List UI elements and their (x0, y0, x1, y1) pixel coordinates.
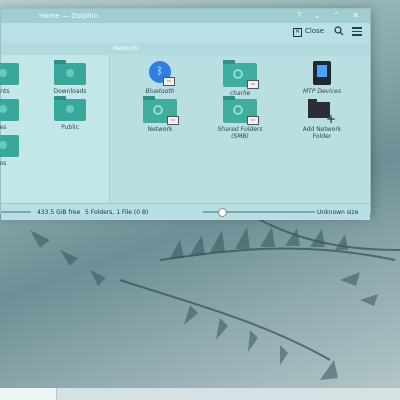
folder-item[interactable]: Downloads (49, 60, 91, 95)
network-item[interactable]: ▭ Shared Folders (SMB) (208, 96, 272, 140)
folder-download-icon (54, 60, 86, 85)
bluetooth-icon: ᛒ ▭ (145, 61, 175, 86)
taskbar-active-task[interactable] (0, 388, 57, 400)
item-label: ents (0, 88, 10, 95)
taskbar (0, 388, 400, 400)
hamburger-menu-icon[interactable] (352, 27, 362, 36)
close-button[interactable]: ✕ Close (293, 27, 324, 37)
item-label: es (0, 124, 7, 131)
size-text: Unknown size (317, 209, 359, 216)
space-bar (1, 211, 31, 213)
close-icon: ✕ (293, 28, 302, 37)
left-view-pane: ents Downloads es Public os (0, 55, 110, 203)
folder-item[interactable]: os (0, 135, 23, 167)
folder-item[interactable]: es (0, 99, 23, 131)
item-label: Public (61, 124, 79, 131)
item-label: Shared Folders (217, 126, 263, 133)
item-sublabel: Folder (312, 133, 332, 140)
network-item[interactable]: MTP Devices (292, 61, 352, 95)
mtp-device-icon (313, 61, 331, 85)
add-network-folder-icon: + (308, 99, 336, 125)
dolphin-window: Home — Dolphin ? ⌄ ⌃ ✕ ✕Close Network en… (0, 8, 371, 220)
right-view-pane: ᛒ ▭ Bluetooth ▭ charlie MTP Devices ▭ Net… (110, 55, 370, 203)
item-label: MTP Devices (302, 88, 341, 95)
network-folder-icon: ▭ (223, 96, 259, 125)
title-bar[interactable]: Home — Dolphin ? ⌄ ⌃ ✕ (1, 9, 370, 23)
network-item[interactable]: ▭ charlie (210, 60, 270, 97)
window-controls[interactable]: ? ⌄ ⌃ ✕ (297, 11, 364, 20)
item-label: Downloads (53, 88, 87, 95)
close-label: Close (305, 27, 325, 35)
network-item[interactable]: ᛒ ▭ Bluetooth (130, 61, 190, 95)
selection-info-text: 5 Folders, 1 File (0 B) (85, 209, 149, 216)
network-folder-icon: ▭ (143, 96, 179, 125)
item-label: Bluetooth (145, 88, 175, 95)
zoom-slider-handle[interactable] (218, 208, 227, 217)
item-label: os (0, 160, 7, 167)
toolbar: ✕ Close (1, 23, 370, 43)
network-item[interactable]: ▭ Network (130, 96, 190, 133)
item-label: Network (147, 126, 173, 133)
folder-documents-icon (0, 63, 19, 85)
search-icon[interactable] (334, 26, 344, 36)
folder-videos-icon (0, 135, 19, 157)
folder-item[interactable]: Public (49, 96, 91, 131)
free-space-text: 433.5 GiB free (37, 209, 81, 216)
folder-public-icon (54, 96, 86, 121)
item-sublabel: (SMB) (231, 133, 249, 140)
item-label: Add Network (302, 126, 342, 133)
network-folder-icon: ▭ (223, 60, 259, 89)
status-bar: 433.5 GiB free 5 Folders, 1 File (0 B) U… (1, 203, 370, 220)
network-item[interactable]: + Add Network Folder (290, 99, 354, 140)
window-title: Home — Dolphin (39, 12, 99, 20)
tab-network[interactable]: Network (113, 45, 138, 52)
folder-images-icon (0, 99, 19, 121)
item-label: charlie (229, 90, 251, 97)
folder-item[interactable]: ents (0, 63, 23, 95)
